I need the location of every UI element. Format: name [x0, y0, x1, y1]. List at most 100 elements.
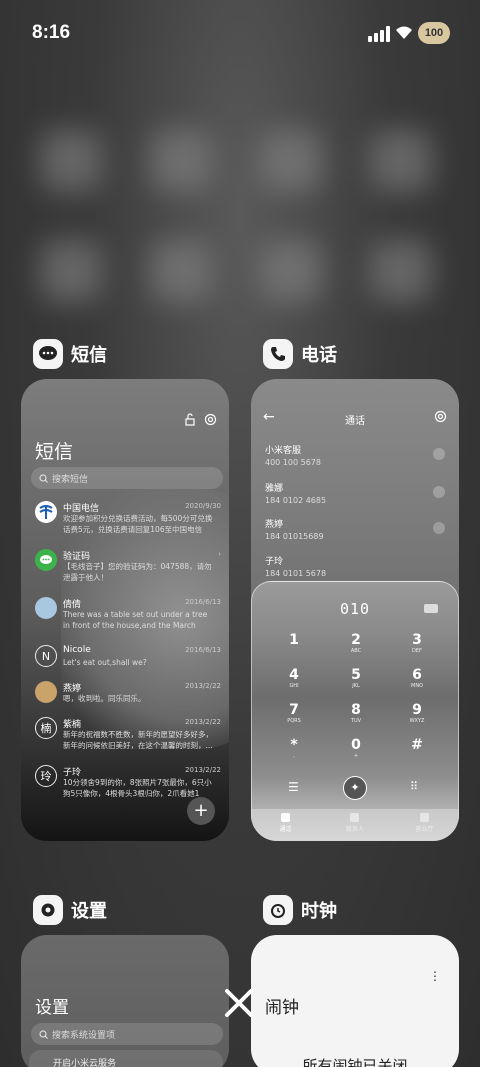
dial-key-9[interactable]: 9 WXYZ: [397, 702, 437, 724]
sms-search-input[interactable]: 搜索短信: [31, 467, 223, 489]
call-button[interactable]: ✦: [343, 776, 367, 800]
avatar: [35, 597, 57, 619]
dial-key-3[interactable]: 3 DEF: [397, 632, 437, 654]
alarms-status: 所有闹钟已关闭: [302, 1057, 408, 1067]
message-preview: There was a table set out under a tree i…: [63, 610, 208, 630]
tab-label: 营业厅: [415, 826, 434, 833]
key-digit: 4: [289, 667, 299, 683]
battery-indicator: 100: [418, 22, 450, 44]
message-preview: Let's eat out,shall we?: [63, 658, 147, 667]
key-letters: +: [353, 753, 359, 759]
contacts-tab-icon: [350, 813, 360, 822]
key-digit: 2: [351, 632, 361, 648]
dial-key-hash[interactable]: #: [397, 737, 437, 753]
contact-number: 184 01015689: [265, 532, 324, 541]
backspace-icon[interactable]: [424, 604, 438, 613]
dial-key-7[interactable]: 7 PQRS: [274, 702, 314, 724]
message-date: 2020/9/30: [185, 502, 221, 510]
settings-recent-card[interactable]: 设置 搜索系统设置项 开启小米云服务: [21, 935, 229, 1067]
search-icon: [39, 473, 48, 483]
sms-recent-card[interactable]: 短信 搜索短信 中国电信 2020/9/30 欢迎参加积分兑换话费活动，每500…: [21, 379, 229, 841]
phone-app-icon: [263, 339, 293, 369]
dial-key-5[interactable]: 5 JKL: [336, 667, 376, 689]
dial-key-6[interactable]: 6 MNO: [397, 667, 437, 689]
clock-title: 闹钟: [265, 998, 299, 1018]
message-date: 2016/6/13: [185, 646, 221, 654]
more-options-icon[interactable]: ⋮: [429, 969, 441, 983]
message-preview: 嗯，收到啦。同乐同乐。: [63, 694, 146, 703]
status-bar: 8:16 100: [0, 0, 480, 66]
chevron-right-icon: ›: [218, 550, 221, 558]
call-log-item[interactable]: 燕婷 184 01015689: [265, 517, 445, 541]
cellular-signal-icon: [368, 26, 390, 42]
close-all-icon[interactable]: [222, 986, 256, 1020]
key-letters: GHI: [289, 683, 299, 689]
clock-recent-card[interactable]: ⋮ 闹钟 所有闹钟已关闭: [251, 935, 459, 1067]
message-date: 2013/2/22: [185, 682, 221, 690]
key-digit: 1: [289, 632, 299, 648]
settings-row-mi-cloud[interactable]: 开启小米云服务: [29, 1050, 223, 1067]
sms-toolbar: [184, 413, 217, 426]
app-name-clock: 时钟: [301, 901, 337, 922]
contact-number: 184 0101 5678: [265, 569, 327, 578]
lock-card-icon[interactable]: [184, 413, 196, 426]
app-label-settings[interactable]: 设置: [33, 895, 107, 925]
key-digit: 6: [412, 667, 422, 683]
app-name-settings: 设置: [71, 901, 107, 922]
phone-recent-card[interactable]: ← 通话 小米客服 400 100 5678 雅娜 184 0102 4685 …: [251, 379, 459, 841]
message-date: 2013/2/22: [185, 718, 221, 726]
avatar: 楠: [35, 717, 57, 739]
dial-key-4[interactable]: 4 GHI: [274, 667, 314, 689]
message-date: 2016/6/13: [185, 598, 221, 606]
key-digit: 3: [412, 632, 422, 648]
settings-search-input[interactable]: 搜索系统设置项: [31, 1023, 223, 1045]
contact-name: 燕婷: [265, 520, 284, 530]
settings-gear-icon[interactable]: [434, 410, 447, 423]
call-log-item[interactable]: 雅娜 184 0102 4685: [265, 481, 445, 505]
phone-header: ← 通话: [251, 409, 459, 429]
app-label-phone[interactable]: 电话: [263, 339, 337, 369]
info-icon[interactable]: [433, 522, 445, 534]
contact-name: 子玲: [265, 557, 284, 567]
new-message-button[interactable]: +: [187, 797, 215, 825]
key-digit: #: [411, 737, 423, 753]
avatar: 玲: [35, 765, 57, 787]
call-log-item[interactable]: 子玲 184 0101 5678: [265, 554, 445, 578]
tab-contacts[interactable]: 联系人: [320, 809, 389, 841]
info-icon[interactable]: [433, 448, 445, 460]
message-preview: 欢迎参加积分兑换话费活动，每500分可兑换话费5元，兑换话费请回复106至中国电…: [63, 514, 213, 534]
dial-key-0[interactable]: 0 +: [336, 737, 376, 759]
key-letters: WXYZ: [409, 718, 425, 724]
key-digit: 5: [351, 667, 361, 683]
phone-title: 通话: [345, 416, 365, 427]
dial-key-1[interactable]: 1: [274, 632, 314, 648]
search-icon: [39, 1029, 48, 1039]
app-name-phone: 电话: [301, 345, 337, 366]
call-log-item[interactable]: 小米客服 400 100 5678: [265, 443, 445, 467]
dial-key-8[interactable]: 8 TUV: [336, 702, 376, 724]
key-letters: DEF: [412, 648, 422, 654]
phone-bottom-nav: 通话 联系人 营业厅: [251, 809, 459, 841]
contact-name: 雅娜: [265, 484, 284, 494]
menu-icon[interactable]: ☰: [288, 780, 299, 794]
settings-gear-icon[interactable]: [204, 413, 217, 426]
phone-tab-icon: [281, 813, 291, 822]
avatar: [35, 681, 57, 703]
dial-key-2[interactable]: 2 ABC: [336, 632, 376, 654]
tab-business-hall[interactable]: 营业厅: [390, 809, 459, 841]
key-letters: TUV: [350, 718, 362, 724]
dial-key-star[interactable]: *,: [274, 737, 314, 759]
app-label-sms[interactable]: 短信: [33, 339, 107, 369]
key-letters: ,: [293, 753, 295, 759]
tab-calls[interactable]: 通话: [251, 809, 320, 841]
key-digit: 8: [351, 702, 361, 718]
message-preview: 【毛线音子】您的验证码为：047588，请勿泄露于他人！: [63, 562, 212, 582]
wifi-icon: [396, 26, 412, 39]
app-label-clock[interactable]: 时钟: [263, 895, 337, 925]
key-digit: 9: [412, 702, 422, 718]
info-icon[interactable]: [433, 486, 445, 498]
settings-search-placeholder: 搜索系统设置项: [52, 1030, 116, 1041]
status-time: 8:16: [32, 22, 71, 43]
key-digit: *: [290, 737, 298, 753]
dialpad-toggle-icon[interactable]: ⠿: [410, 780, 418, 793]
